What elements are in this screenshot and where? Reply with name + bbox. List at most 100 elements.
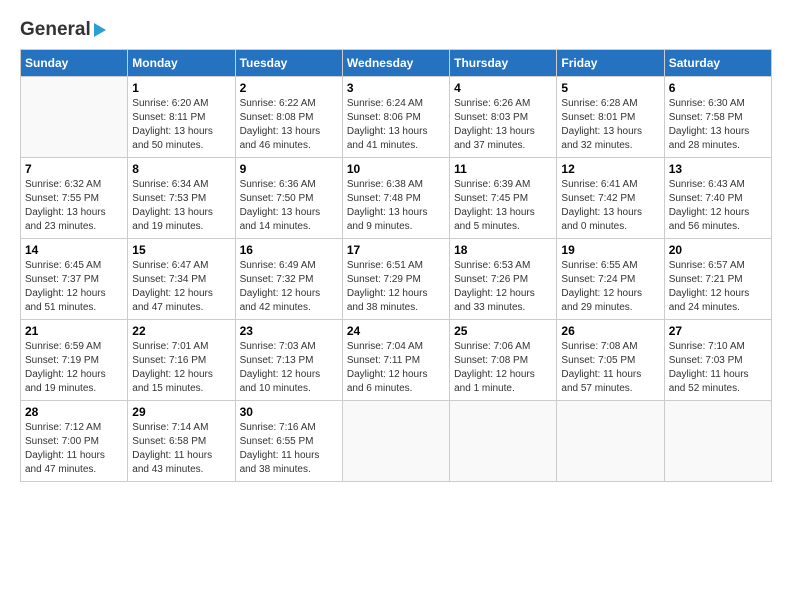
day-number: 15 — [132, 243, 230, 257]
calendar-cell: 22 Sunrise: 7:01 AMSunset: 7:16 PMDayligh… — [128, 319, 235, 400]
day-number: 8 — [132, 162, 230, 176]
calendar-cell: 13Sunrise: 6:43 AMSunset: 7:40 PMDayligh… — [664, 157, 771, 238]
day-info: Sunrise: 7:04 AMSunset: 7:11 PMDaylight:… — [347, 340, 445, 396]
weekday-header: Sunday — [21, 49, 128, 76]
day-info: Sunrise: 6:30 AMSunset: 7:58 PMDaylight:… — [669, 97, 767, 153]
day-info: Sunrise: 6:59 AMSunset: 7:19 PMDaylight:… — [25, 340, 123, 396]
calendar-cell: 4 Sunrise: 6:26 AMSunset: 8:03 PMDaylight… — [450, 76, 557, 157]
day-info: Sunrise: 7:14 AMSunset: 6:58 PMDaylight:… — [132, 421, 230, 477]
day-info: Sunrise: 6:24 AMSunset: 8:06 PMDaylight:… — [347, 97, 445, 153]
day-info: Sunrise: 6:49 AMSunset: 7:32 PMDaylight:… — [240, 259, 338, 315]
day-number: 5 — [561, 81, 659, 95]
weekday-header: Thursday — [450, 49, 557, 76]
day-number: 3 — [347, 81, 445, 95]
day-number: 29 — [132, 405, 230, 419]
day-number: 9 — [240, 162, 338, 176]
day-number: 22 — [132, 324, 230, 338]
weekday-header: Tuesday — [235, 49, 342, 76]
calendar-cell: 1Sunrise: 6:20 AMSunset: 8:11 PMDaylight… — [128, 76, 235, 157]
calendar-week-row: 14 Sunrise: 6:45 AMSunset: 7:37 PMDayligh… — [21, 238, 772, 319]
calendar-cell: 19Sunrise: 6:55 AMSunset: 7:24 PMDayligh… — [557, 238, 664, 319]
calendar-cell: 18 Sunrise: 6:53 AMSunset: 7:26 PMDayligh… — [450, 238, 557, 319]
day-number: 30 — [240, 405, 338, 419]
calendar-cell: 24Sunrise: 7:04 AMSunset: 7:11 PMDayligh… — [342, 319, 449, 400]
day-number: 20 — [669, 243, 767, 257]
day-info: Sunrise: 6:26 AMSunset: 8:03 PMDaylight:… — [454, 97, 552, 153]
day-info: Sunrise: 6:43 AMSunset: 7:40 PMDaylight:… — [669, 178, 767, 234]
day-number: 18 — [454, 243, 552, 257]
calendar-week-row: 28 Sunrise: 7:12 AMSunset: 7:00 PMDayligh… — [21, 400, 772, 481]
calendar-week-row: 21 Sunrise: 6:59 AMSunset: 7:19 PMDayligh… — [21, 319, 772, 400]
weekday-header: Monday — [128, 49, 235, 76]
calendar-cell: 11Sunrise: 6:39 AMSunset: 7:45 PMDayligh… — [450, 157, 557, 238]
calendar-cell — [342, 400, 449, 481]
page-header: General — [20, 20, 772, 39]
day-info: Sunrise: 7:03 AMSunset: 7:13 PMDaylight:… — [240, 340, 338, 396]
calendar-cell: 26 Sunrise: 7:08 AMSunset: 7:05 PMDayligh… — [557, 319, 664, 400]
day-number: 10 — [347, 162, 445, 176]
day-number: 14 — [25, 243, 123, 257]
calendar-cell: 17 Sunrise: 6:51 AMSunset: 7:29 PMDayligh… — [342, 238, 449, 319]
day-info: Sunrise: 6:45 AMSunset: 7:37 PMDaylight:… — [25, 259, 123, 315]
day-number: 25 — [454, 324, 552, 338]
day-info: Sunrise: 6:47 AMSunset: 7:34 PMDaylight:… — [132, 259, 230, 315]
day-info: Sunrise: 7:06 AMSunset: 7:08 PMDaylight:… — [454, 340, 552, 396]
calendar-cell: 12 Sunrise: 6:41 AMSunset: 7:42 PMDayligh… — [557, 157, 664, 238]
day-number: 11 — [454, 162, 552, 176]
calendar-cell: 23 Sunrise: 7:03 AMSunset: 7:13 PMDayligh… — [235, 319, 342, 400]
day-number: 27 — [669, 324, 767, 338]
calendar-table: SundayMondayTuesdayWednesdayThursdayFrid… — [20, 49, 772, 482]
weekday-header: Friday — [557, 49, 664, 76]
logo: General — [20, 20, 106, 39]
calendar-cell — [557, 400, 664, 481]
day-info: Sunrise: 7:01 AMSunset: 7:16 PMDaylight:… — [132, 340, 230, 396]
calendar-cell — [21, 76, 128, 157]
day-info: Sunrise: 7:12 AMSunset: 7:00 PMDaylight:… — [25, 421, 123, 477]
day-info: Sunrise: 6:41 AMSunset: 7:42 PMDaylight:… — [561, 178, 659, 234]
day-number: 6 — [669, 81, 767, 95]
day-number: 2 — [240, 81, 338, 95]
calendar-cell — [664, 400, 771, 481]
calendar-cell: 28 Sunrise: 7:12 AMSunset: 7:00 PMDayligh… — [21, 400, 128, 481]
day-info: Sunrise: 6:36 AMSunset: 7:50 PMDaylight:… — [240, 178, 338, 234]
calendar-cell: 21 Sunrise: 6:59 AMSunset: 7:19 PMDayligh… — [21, 319, 128, 400]
calendar-header-row: SundayMondayTuesdayWednesdayThursdayFrid… — [21, 49, 772, 76]
weekday-header: Saturday — [664, 49, 771, 76]
day-number: 1 — [132, 81, 230, 95]
calendar-cell: 29 Sunrise: 7:14 AMSunset: 6:58 PMDayligh… — [128, 400, 235, 481]
day-info: Sunrise: 6:53 AMSunset: 7:26 PMDaylight:… — [454, 259, 552, 315]
day-number: 26 — [561, 324, 659, 338]
day-number: 17 — [347, 243, 445, 257]
day-number: 12 — [561, 162, 659, 176]
calendar-week-row: 7 Sunrise: 6:32 AMSunset: 7:55 PMDaylight… — [21, 157, 772, 238]
day-info: Sunrise: 6:38 AMSunset: 7:48 PMDaylight:… — [347, 178, 445, 234]
day-info: Sunrise: 6:51 AMSunset: 7:29 PMDaylight:… — [347, 259, 445, 315]
day-info: Sunrise: 7:10 AMSunset: 7:03 PMDaylight:… — [669, 340, 767, 396]
logo-general: General — [20, 20, 106, 41]
day-info: Sunrise: 6:32 AMSunset: 7:55 PMDaylight:… — [25, 178, 123, 234]
calendar-cell: 9 Sunrise: 6:36 AMSunset: 7:50 PMDaylight… — [235, 157, 342, 238]
day-info: Sunrise: 6:55 AMSunset: 7:24 PMDaylight:… — [561, 259, 659, 315]
day-info: Sunrise: 7:08 AMSunset: 7:05 PMDaylight:… — [561, 340, 659, 396]
day-number: 7 — [25, 162, 123, 176]
calendar-cell — [450, 400, 557, 481]
weekday-header: Wednesday — [342, 49, 449, 76]
day-number: 28 — [25, 405, 123, 419]
calendar-cell: 8 Sunrise: 6:34 AMSunset: 7:53 PMDaylight… — [128, 157, 235, 238]
calendar-cell: 27 Sunrise: 7:10 AMSunset: 7:03 PMDayligh… — [664, 319, 771, 400]
calendar-cell: 3 Sunrise: 6:24 AMSunset: 8:06 PMDaylight… — [342, 76, 449, 157]
day-info: Sunrise: 7:16 AMSunset: 6:55 PMDaylight:… — [240, 421, 338, 477]
day-info: Sunrise: 6:57 AMSunset: 7:21 PMDaylight:… — [669, 259, 767, 315]
calendar-cell: 2Sunrise: 6:22 AMSunset: 8:08 PMDaylight… — [235, 76, 342, 157]
day-number: 21 — [25, 324, 123, 338]
calendar-cell: 30 Sunrise: 7:16 AMSunset: 6:55 PMDayligh… — [235, 400, 342, 481]
calendar-cell: 7 Sunrise: 6:32 AMSunset: 7:55 PMDaylight… — [21, 157, 128, 238]
day-number: 16 — [240, 243, 338, 257]
calendar-cell: 5Sunrise: 6:28 AMSunset: 8:01 PMDaylight… — [557, 76, 664, 157]
calendar-cell: 20 Sunrise: 6:57 AMSunset: 7:21 PMDayligh… — [664, 238, 771, 319]
day-number: 23 — [240, 324, 338, 338]
day-number: 4 — [454, 81, 552, 95]
calendar-week-row: 1Sunrise: 6:20 AMSunset: 8:11 PMDaylight… — [21, 76, 772, 157]
day-info: Sunrise: 6:34 AMSunset: 7:53 PMDaylight:… — [132, 178, 230, 234]
calendar-cell: 6 Sunrise: 6:30 AMSunset: 7:58 PMDaylight… — [664, 76, 771, 157]
